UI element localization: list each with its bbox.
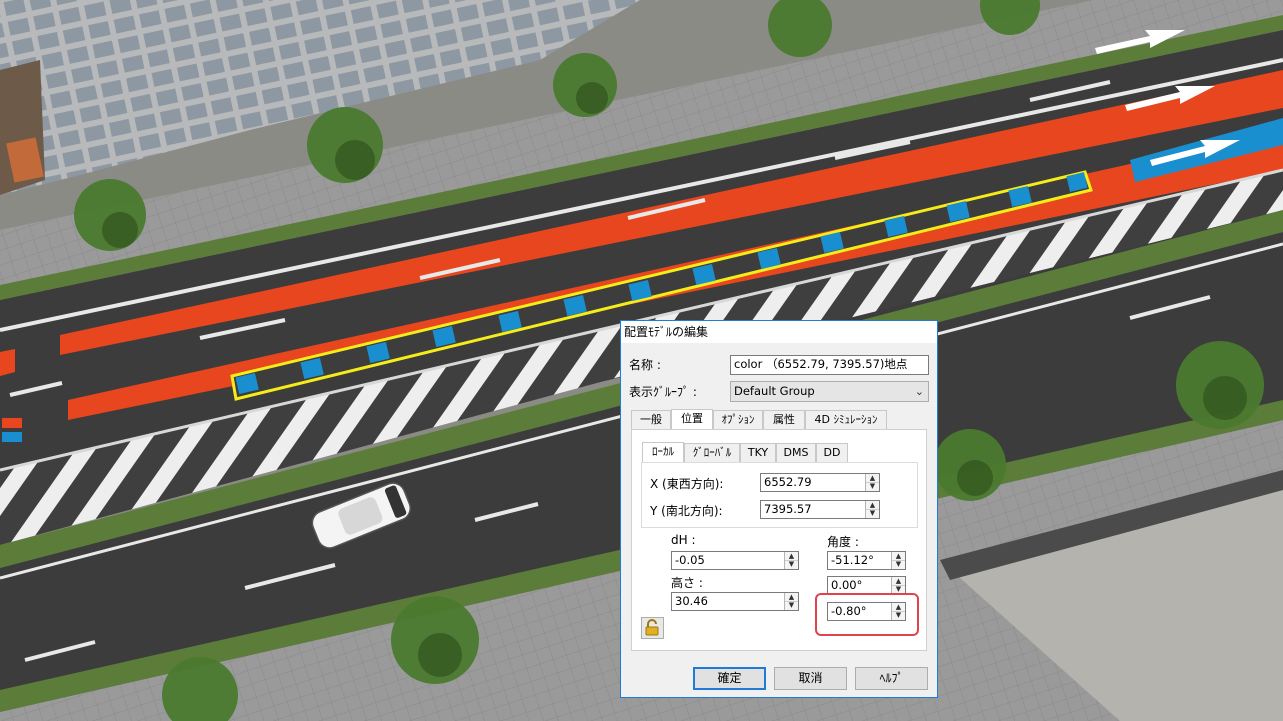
dialog-title[interactable]: 配置ﾓﾃﾞﾙの編集 (621, 321, 937, 343)
height-spinner[interactable]: ▲ ▼ (784, 593, 798, 610)
tab-4d-simulation[interactable]: 4D ｼﾐｭﾚｰｼｮﾝ (805, 410, 887, 429)
name-input[interactable]: color （6552.79, 7395.57)地点 (730, 355, 929, 375)
angle-pitch-value: 0.00° (831, 578, 863, 592)
name-label: 名称 : (629, 358, 661, 372)
cancel-button[interactable]: 取消 (774, 667, 847, 690)
chevron-down-icon: ⌄ (914, 385, 924, 398)
dh-label: dH : (671, 533, 696, 547)
tab-options[interactable]: ｵﾌﾟｼｮﾝ (713, 410, 763, 429)
local-coords-panel: X (東西方向): 6552.79 ▲ ▼ Y (南北方向): 7395.57 ▲… (641, 462, 918, 528)
tab-dd[interactable]: DD (816, 443, 848, 462)
height-label: 高さ : (671, 576, 703, 590)
padlock-icon (645, 619, 659, 636)
tab-position[interactable]: 位置 (671, 409, 713, 430)
spin-down-icon[interactable]: ▼ (866, 482, 879, 490)
angle-heading-value: -51.12° (831, 553, 874, 567)
group-label: 表示ｸﾞﾙｰﾌﾟ : (629, 385, 697, 399)
help-button[interactable]: ﾍﾙﾌﾟ (855, 667, 928, 690)
y-label: Y (南北方向): (650, 504, 723, 518)
y-spinner[interactable]: ▲ ▼ (865, 501, 879, 518)
group-select[interactable]: Default Group ⌄ (730, 381, 929, 402)
tab-tky[interactable]: TKY (740, 443, 776, 462)
dh-value: -0.05 (675, 553, 705, 567)
ok-button[interactable]: 確定 (693, 667, 766, 690)
main-tabs: 一般 位置 ｵﾌﾟｼｮﾝ 属性 4D ｼﾐｭﾚｰｼｮﾝ (631, 409, 921, 430)
angle-label: 角度 : (827, 535, 859, 549)
angle-heading-spinner[interactable]: ▲ ▼ (891, 552, 905, 569)
tab-global[interactable]: ｸﾞﾛｰﾊﾞﾙ (684, 443, 740, 462)
dh-spinner[interactable]: ▲ ▼ (784, 552, 798, 569)
spin-down-icon[interactable]: ▼ (866, 509, 879, 517)
tab-dms[interactable]: DMS (776, 443, 816, 462)
dh-input[interactable]: -0.05 ▲ ▼ (671, 551, 799, 570)
x-input[interactable]: 6552.79 ▲ ▼ (760, 473, 880, 492)
y-value: 7395.57 (764, 502, 812, 516)
x-value: 6552.79 (764, 475, 812, 489)
x-label: X (東西方向): (650, 477, 724, 491)
x-spinner[interactable]: ▲ ▼ (865, 474, 879, 491)
tab-attributes[interactable]: 属性 (763, 410, 805, 429)
coord-tabs: ﾛｰｶﾙ ｸﾞﾛｰﾊﾞﾙ TKY DMS DD (642, 442, 872, 463)
tab-local[interactable]: ﾛｰｶﾙ (642, 442, 684, 463)
tab-general[interactable]: 一般 (631, 410, 671, 429)
spin-down-icon[interactable]: ▼ (892, 560, 905, 568)
lock-button[interactable] (641, 617, 664, 639)
y-input[interactable]: 7395.57 ▲ ▼ (760, 500, 880, 519)
spin-down-icon[interactable]: ▼ (892, 585, 905, 593)
spin-down-icon[interactable]: ▼ (785, 560, 798, 568)
angle-heading-input[interactable]: -51.12° ▲ ▼ (827, 551, 906, 570)
highlight-box (815, 593, 919, 636)
height-value: 30.46 (675, 594, 708, 608)
group-select-value: Default Group (734, 384, 815, 398)
spin-down-icon[interactable]: ▼ (785, 601, 798, 609)
edit-model-dialog: 配置ﾓﾃﾞﾙの編集 名称 : color （6552.79, 7395.57)地… (620, 320, 938, 698)
angle-pitch-spinner[interactable]: ▲ ▼ (891, 577, 905, 594)
height-input[interactable]: 30.46 ▲ ▼ (671, 592, 799, 611)
